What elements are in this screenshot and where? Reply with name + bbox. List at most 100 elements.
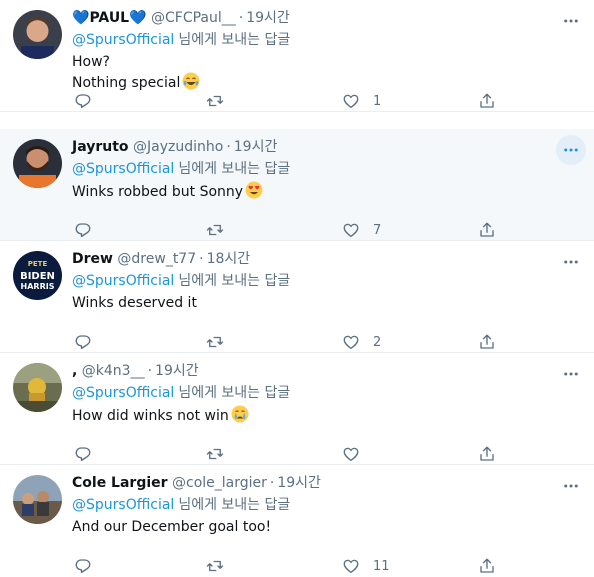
blue-heart-icon: 💙 [129, 10, 147, 26]
replying-to: @SpursOfficial 님에게 보내는 답글 [72, 383, 290, 403]
reply-button[interactable] [74, 219, 92, 241]
reply-target-link[interactable]: @SpursOfficial [72, 161, 174, 177]
timestamp[interactable]: 19시간 [234, 139, 278, 155]
share-button[interactable] [478, 443, 496, 465]
user-handle[interactable]: @CFCPaul__ [151, 10, 236, 26]
more-options-button[interactable] [556, 135, 586, 165]
like-count: 11 [373, 558, 390, 574]
retweet-icon [206, 95, 224, 107]
display-name[interactable]: PAUL [89, 10, 129, 26]
tweet-text: How? Nothing special [72, 52, 200, 93]
tweet-text-span: How did winks not win [72, 408, 229, 424]
timestamp[interactable]: 18시간 [207, 251, 251, 267]
avatar[interactable] [13, 475, 62, 524]
tweet-text: And our December goal too! [72, 517, 271, 537]
reply-target-link[interactable]: @SpursOfficial [72, 385, 174, 401]
user-handle[interactable]: @cole_largier [172, 475, 267, 491]
like-icon [343, 447, 359, 462]
tears-of-joy-emoji-icon [182, 72, 200, 90]
user-handle[interactable]: @Jayzudinho [133, 139, 223, 155]
reply-target-link[interactable]: @SpursOfficial [72, 273, 174, 289]
tweet-header: , @k4n3__ · 19시간 [72, 361, 199, 381]
tweet-item[interactable]: 💙PAUL💙 @CFCPaul__ · 19시간 @SpursOfficial 님에게… [0, 0, 594, 112]
share-button[interactable] [478, 90, 496, 112]
reply-feed: 💙PAUL💙 @CFCPaul__ · 19시간 @SpursOfficial 님에게… [0, 0, 594, 577]
reply-button[interactable] [74, 331, 92, 353]
reply-suffix: 님에게 보내는 답글 [178, 161, 291, 177]
like-icon [343, 335, 359, 350]
separator: · [226, 139, 231, 155]
reply-icon [75, 335, 91, 350]
reply-suffix: 님에게 보내는 답글 [178, 385, 291, 401]
display-name[interactable]: Cole Largier [72, 475, 168, 491]
replying-to: @SpursOfficial 님에게 보내는 답글 [72, 271, 290, 291]
tweet-item[interactable]: PETE BIDEN HARRIS Drew @drew_t77 · 18시간 @Spu… [0, 241, 594, 353]
retweet-button[interactable] [206, 555, 224, 577]
like-icon [343, 559, 359, 574]
like-button[interactable]: 7 [342, 219, 381, 241]
retweet-icon [206, 224, 224, 236]
retweet-button[interactable] [206, 331, 224, 353]
tweet-actions [70, 443, 500, 465]
like-count: 7 [373, 222, 382, 238]
like-count: 1 [373, 93, 382, 109]
like-button[interactable] [342, 443, 360, 465]
heart-eyes-emoji-icon [245, 181, 263, 199]
share-button[interactable] [478, 219, 496, 241]
retweet-icon [206, 560, 224, 572]
separator: · [238, 10, 244, 26]
replying-to: @SpursOfficial 님에게 보내는 답글 [72, 159, 290, 179]
more-options-button[interactable] [556, 471, 586, 501]
like-button[interactable]: 2 [342, 331, 381, 353]
avatar[interactable] [13, 363, 62, 412]
tweet-text: How did winks not win [72, 405, 249, 426]
separator: · [199, 251, 204, 267]
tweet-item[interactable]: Cole Largier @cole_largier · 19시간 @SpursOf… [0, 465, 594, 577]
more-icon [564, 372, 578, 376]
share-button[interactable] [478, 555, 496, 577]
share-icon [480, 334, 494, 349]
reply-button[interactable] [74, 443, 92, 465]
timestamp[interactable]: 19시간 [155, 363, 199, 379]
user-handle[interactable]: @k4n3__ [82, 363, 145, 379]
tweet-actions: 7 [70, 219, 500, 241]
timestamp[interactable]: 19시간 [246, 10, 290, 26]
display-name[interactable]: Jayruto [72, 139, 129, 155]
reply-button[interactable] [74, 555, 92, 577]
reply-target-link[interactable]: @SpursOfficial [72, 497, 174, 513]
timestamp[interactable]: 19시간 [277, 475, 321, 491]
more-icon [564, 484, 578, 488]
tweet-header: Jayruto @Jayzudinho · 19시간 [72, 137, 277, 157]
avatar[interactable]: PETE BIDEN HARRIS [13, 251, 62, 300]
display-name[interactable]: , [72, 363, 77, 379]
more-options-button[interactable] [556, 247, 586, 277]
share-button[interactable] [478, 331, 496, 353]
tweet-text: Winks robbed but Sonny [72, 181, 263, 202]
reply-target-link[interactable]: @SpursOfficial [72, 32, 174, 48]
tweet-text-span: And our December goal too! [72, 519, 272, 535]
like-count: 2 [373, 334, 382, 350]
retweet-icon [206, 448, 224, 460]
tweet-text-span: Winks deserved it [72, 295, 197, 311]
crying-face-emoji-icon [231, 405, 249, 423]
retweet-button[interactable] [206, 443, 224, 465]
like-button[interactable]: 11 [342, 555, 390, 577]
more-options-button[interactable] [556, 6, 586, 36]
more-icon [564, 260, 578, 264]
tweet-item[interactable]: , @k4n3__ · 19시간 @SpursOfficial 님에게 보내는 답글 … [0, 353, 594, 465]
user-handle[interactable]: @drew_t77 [117, 251, 196, 267]
tweet-header: Cole Largier @cole_largier · 19시간 [72, 473, 321, 493]
reply-button[interactable] [74, 90, 92, 112]
retweet-button[interactable] [206, 219, 224, 241]
avatar[interactable] [13, 10, 62, 59]
tweet-header: 💙PAUL💙 @CFCPaul__ · 19시간 [72, 8, 290, 28]
retweet-button[interactable] [206, 90, 224, 112]
tweet-actions: 11 [70, 555, 500, 577]
like-icon [343, 223, 359, 238]
avatar[interactable] [13, 139, 62, 188]
tweet-item[interactable]: Jayruto @Jayzudinho · 19시간 @SpursOfficial 님… [0, 129, 594, 241]
display-name[interactable]: Drew [72, 251, 113, 267]
like-button[interactable]: 1 [342, 90, 381, 112]
more-options-button[interactable] [556, 359, 586, 389]
separator: · [147, 363, 153, 379]
